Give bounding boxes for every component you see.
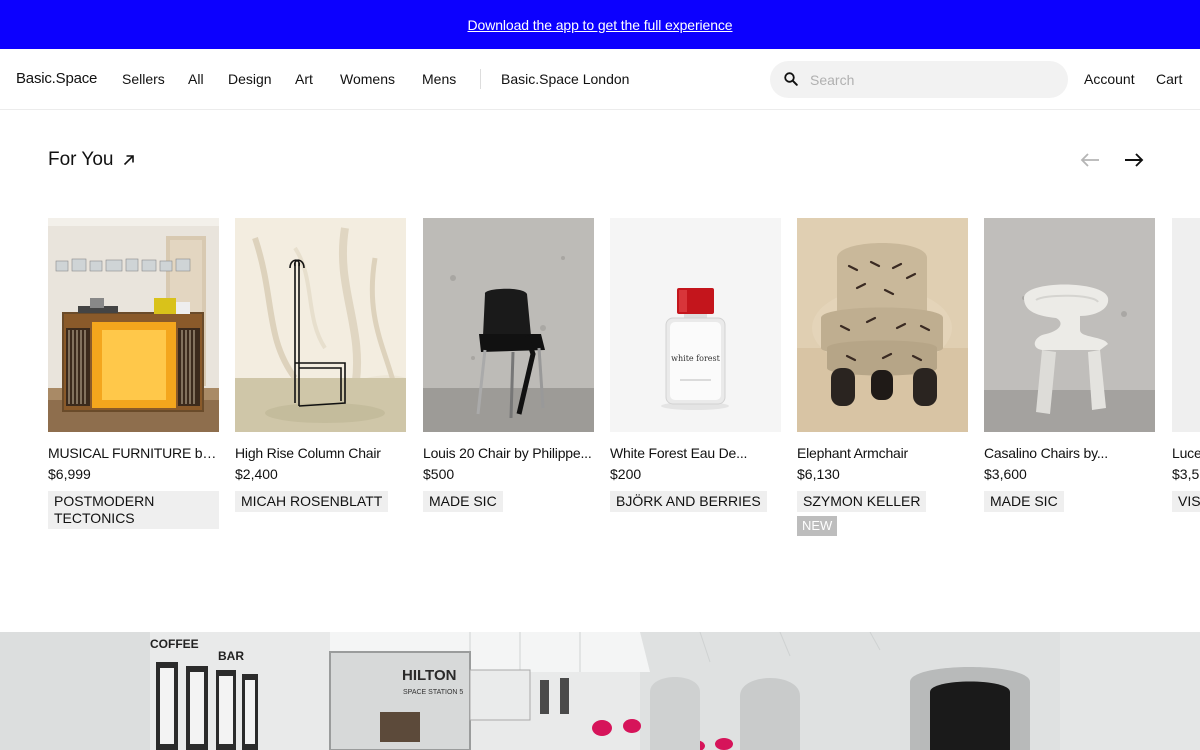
product-card[interactable]: Louis 20 Chair by Philippe... $500 MADE … xyxy=(423,218,594,512)
product-name[interactable]: Luce... xyxy=(1172,445,1200,461)
product-card[interactable]: Casalino Chairs by... $3,600 MADE SIC xyxy=(984,218,1155,512)
hero-image[interactable]: COFFEE BAR HILTON SPACE STATION 5 xyxy=(0,632,1200,750)
for-you-heading[interactable]: For You xyxy=(48,149,136,171)
product-name[interactable]: White Forest Eau De... xyxy=(610,445,781,461)
product-price: $3,5 xyxy=(1172,466,1200,482)
nav-link-womens[interactable]: Womens xyxy=(340,71,395,87)
nav-link-london[interactable]: Basic.Space London xyxy=(501,71,629,87)
nav-link-art[interactable]: Art xyxy=(295,71,313,87)
arrow-right-icon xyxy=(1125,153,1144,167)
bar-sign: BAR xyxy=(218,649,244,663)
site-logo[interactable]: Basic.Space xyxy=(16,70,97,87)
cart-link[interactable]: Cart xyxy=(1156,71,1182,87)
product-price: $3,600 xyxy=(984,466,1027,482)
product-image[interactable] xyxy=(48,218,219,432)
product-name[interactable]: MUSICAL FURNITURE by... xyxy=(48,445,219,461)
product-name[interactable]: Louis 20 Chair by Philippe... xyxy=(423,445,594,461)
account-link[interactable]: Account xyxy=(1084,71,1135,87)
product-price: $2,400 xyxy=(235,466,278,482)
seller-tag[interactable]: VISI xyxy=(1172,491,1200,512)
product-image[interactable]: white forest xyxy=(610,218,781,432)
seller-tag[interactable]: MICAH ROSENBLATT xyxy=(235,491,389,512)
product-card[interactable]: Luce... $3,5 VISI xyxy=(1172,218,1200,512)
product-price: $500 xyxy=(423,466,455,482)
product-image[interactable] xyxy=(1172,218,1200,432)
seller-tag[interactable]: MADE SIC xyxy=(984,491,1064,512)
product-name[interactable]: Elephant Armchair xyxy=(797,445,968,461)
search-bar[interactable] xyxy=(770,61,1068,98)
carousel-next-button[interactable] xyxy=(1123,150,1145,170)
new-badge: NEW xyxy=(797,516,838,536)
product-image[interactable] xyxy=(797,218,968,432)
app-download-banner: Download the app to get the full experie… xyxy=(0,0,1200,49)
product-name[interactable]: High Rise Column Chair xyxy=(235,445,406,461)
product-image[interactable] xyxy=(423,218,594,432)
seller-tag[interactable]: MADE SIC xyxy=(423,491,503,512)
section-title: For You xyxy=(48,149,114,170)
product-price: $6,999 xyxy=(48,466,91,482)
seller-tag[interactable]: BJÖRK AND BERRIES xyxy=(610,491,767,512)
nav-link-design[interactable]: Design xyxy=(228,71,272,87)
product-image[interactable] xyxy=(984,218,1155,432)
download-app-link[interactable]: Download the app to get the full experie… xyxy=(468,17,733,33)
seller-tag[interactable]: SZYMON KELLER xyxy=(797,491,927,512)
search-input[interactable] xyxy=(810,69,1050,91)
nav-link-mens[interactable]: Mens xyxy=(422,71,456,87)
product-name[interactable]: Casalino Chairs by... xyxy=(984,445,1155,461)
carousel-prev-button[interactable] xyxy=(1079,150,1101,170)
hilton-sign: HILTON xyxy=(402,667,456,684)
product-card[interactable]: Elephant Armchair $6,130 SZYMON KELLER N… xyxy=(797,218,968,536)
nav-divider xyxy=(480,69,481,89)
nav-link-all[interactable]: All xyxy=(188,71,204,87)
nav-link-sellers[interactable]: Sellers xyxy=(122,71,165,87)
product-card[interactable]: High Rise Column Chair $2,400 MICAH ROSE… xyxy=(235,218,406,512)
hilton-subsign: SPACE STATION 5 xyxy=(403,689,463,696)
product-price: $200 xyxy=(610,466,642,482)
search-icon xyxy=(784,72,798,86)
product-card[interactable]: MUSICAL FURNITURE by... $6,999 POSTMODER… xyxy=(48,218,219,529)
coffee-sign: COFFEE xyxy=(150,637,199,651)
perfume-label: white forest xyxy=(671,354,720,363)
arrow-left-icon xyxy=(1080,153,1099,167)
seller-tag[interactable]: POSTMODERN TECTONICS xyxy=(48,491,219,529)
product-price: $6,130 xyxy=(797,466,840,482)
product-image[interactable] xyxy=(235,218,406,432)
top-navigation: Basic.Space Sellers All Design Art Women… xyxy=(0,49,1200,110)
product-card[interactable]: white forest White Forest Eau De... $200… xyxy=(610,218,781,512)
arrow-up-right-icon xyxy=(123,155,134,166)
